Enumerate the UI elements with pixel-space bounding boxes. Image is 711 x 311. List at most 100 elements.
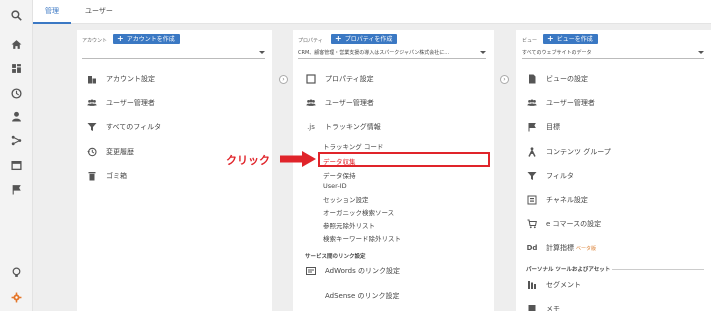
create-property-label: プロパティを作成 — [344, 36, 393, 43]
left-nav-rail — [0, 0, 33, 311]
dashboard-icon[interactable] — [0, 57, 33, 79]
channel-settings-item[interactable]: チャネル設定 — [526, 193, 588, 207]
adsense-linking-item[interactable]: AdSense のリンク設定 — [305, 289, 399, 303]
tab-admin[interactable]: 管理 — [33, 0, 71, 24]
tracking-info-label: トラッキング情報 — [325, 123, 381, 131]
chevron-down-icon — [259, 51, 265, 54]
property-settings-label: プロパティ設定 — [325, 75, 374, 83]
segments-item[interactable]: セグメント — [526, 278, 581, 292]
segments-label: セグメント — [546, 281, 581, 289]
ecommerce-settings-item[interactable]: e コマースの設定 — [526, 217, 601, 231]
ecommerce-settings-label: e コマースの設定 — [546, 220, 602, 228]
account-settings-item[interactable]: アカウント設定 — [86, 72, 155, 86]
property-settings-item[interactable]: プロパティ設定 — [305, 72, 374, 86]
view-filters-item[interactable]: フィルタ — [526, 169, 574, 183]
view-settings-item[interactable]: ビューの設定 — [526, 72, 588, 86]
create-property-button[interactable]: + プロパティを作成 — [331, 34, 398, 44]
view-user-management-item[interactable]: ユーザー管理者 — [526, 96, 595, 110]
goals-label: 目標 — [546, 123, 560, 131]
account-selector[interactable] — [82, 48, 265, 59]
property-user-management-item[interactable]: ユーザー管理者 — [305, 96, 374, 110]
click-annotation: クリック — [226, 154, 270, 167]
filter-icon — [526, 170, 538, 182]
create-account-label: アカウントを作成 — [126, 36, 175, 43]
adwords-linking-item[interactable]: AdWords のリンク設定 — [305, 264, 400, 278]
property-selector[interactable]: CRM、顧客管理・営業支援の導入はスパークジャパン株式会社に... — [298, 48, 486, 59]
account-change-history-label: 変更履歴 — [106, 148, 134, 156]
adwords-linking-label: AdWords のリンク設定 — [325, 267, 400, 275]
view-user-management-label: ユーザー管理者 — [546, 99, 595, 107]
product-linking-heading: サービス間のリンク設定 — [305, 254, 366, 260]
note-icon — [526, 303, 538, 311]
organic-search-sources-link[interactable]: オーガニック検索ソース — [323, 207, 394, 217]
grouping-icon — [526, 146, 538, 158]
tracking-info-item[interactable]: .js トラッキング情報 — [305, 120, 381, 134]
trash-icon — [86, 170, 98, 182]
users-icon — [86, 97, 98, 109]
calculated-metrics-label: 計算指標 — [546, 244, 574, 252]
calculated-metrics-item[interactable]: Dd 計算指標 ベータ版 — [526, 241, 596, 255]
document-icon — [526, 73, 538, 85]
personal-tools-heading: パーソナル ツールおよびアセット — [526, 267, 611, 273]
chevron-down-icon — [480, 51, 486, 54]
highlight-box — [318, 152, 490, 167]
lightbulb-icon[interactable] — [0, 261, 33, 283]
account-all-filters-label: すべてのフィルタ — [106, 123, 162, 131]
beta-badge: ベータ版 — [576, 245, 597, 252]
view-header: ビュー — [522, 38, 538, 44]
account-all-filters-item[interactable]: すべてのフィルタ — [86, 120, 161, 134]
annotations-label: メモ — [546, 305, 560, 311]
channel-settings-label: チャネル設定 — [546, 196, 588, 204]
create-account-button[interactable]: + アカウントを作成 — [113, 34, 180, 44]
square-icon — [305, 73, 317, 85]
home-icon[interactable] — [0, 33, 33, 55]
account-trash-label: ゴミ箱 — [106, 172, 127, 180]
view-selector[interactable]: すべてのウェブサイトのデータ — [522, 48, 704, 59]
red-arrow-icon — [280, 151, 316, 167]
flag-icon[interactable] — [0, 178, 33, 200]
gear-icon[interactable] — [0, 286, 33, 308]
tab-user[interactable]: ユーザー — [73, 0, 125, 24]
arrow-right-icon: › — [279, 75, 288, 84]
property-selector-value: CRM、顧客管理・営業支援の導入はスパークジャパン株式会社に... — [298, 50, 450, 56]
create-view-button[interactable]: + ビューを作成 — [543, 34, 598, 44]
acquisition-icon[interactable] — [0, 129, 33, 151]
account-change-history-item[interactable]: 変更履歴 — [86, 145, 134, 159]
property-user-management-label: ユーザー管理者 — [325, 99, 374, 107]
property-header: プロパティ — [298, 38, 323, 44]
users-icon — [526, 97, 538, 109]
account-trash-item[interactable]: ゴミ箱 — [86, 169, 127, 183]
arrow-right-icon: › — [500, 75, 509, 84]
annotations-item[interactable]: メモ — [526, 302, 560, 311]
referral-exclusion-link[interactable]: 参照元除外リスト — [323, 220, 375, 230]
search-icon[interactable] — [0, 4, 33, 26]
view-filters-label: フィルタ — [546, 172, 574, 180]
view-settings-label: ビューの設定 — [546, 75, 588, 83]
building-icon — [86, 73, 98, 85]
filter-icon — [86, 121, 98, 133]
account-user-management-item[interactable]: ユーザー管理者 — [86, 96, 155, 110]
adwords-icon — [305, 265, 317, 277]
chevron-down-icon — [698, 51, 704, 54]
users-icon — [305, 97, 317, 109]
search-term-exclusion-link[interactable]: 検索キーワード除外リスト — [323, 233, 401, 243]
segment-icon — [526, 279, 538, 291]
data-retention-link[interactable]: データ保持 — [323, 170, 356, 180]
create-view-label: ビューを作成 — [556, 36, 593, 43]
top-tab-bar: 管理 ユーザー — [33, 0, 711, 24]
cart-icon — [526, 218, 538, 230]
behavior-icon[interactable] — [0, 154, 33, 176]
session-settings-link[interactable]: セッション設定 — [323, 194, 369, 204]
user-id-link[interactable]: User-ID — [323, 182, 347, 190]
adsense-linking-label: AdSense のリンク設定 — [325, 292, 400, 300]
content-grouping-item[interactable]: コンテンツ グループ — [526, 145, 611, 159]
content-grouping-label: コンテンツ グループ — [546, 148, 611, 156]
adsense-icon-placeholder — [305, 290, 317, 302]
channel-icon — [526, 194, 538, 206]
history-icon — [86, 146, 98, 158]
goals-item[interactable]: 目標 — [526, 120, 560, 134]
tracking-code-link[interactable]: トラッキング コード — [323, 141, 383, 151]
clock-icon[interactable] — [0, 82, 33, 104]
dd-icon: Dd — [526, 244, 538, 252]
person-icon[interactable] — [0, 105, 33, 127]
